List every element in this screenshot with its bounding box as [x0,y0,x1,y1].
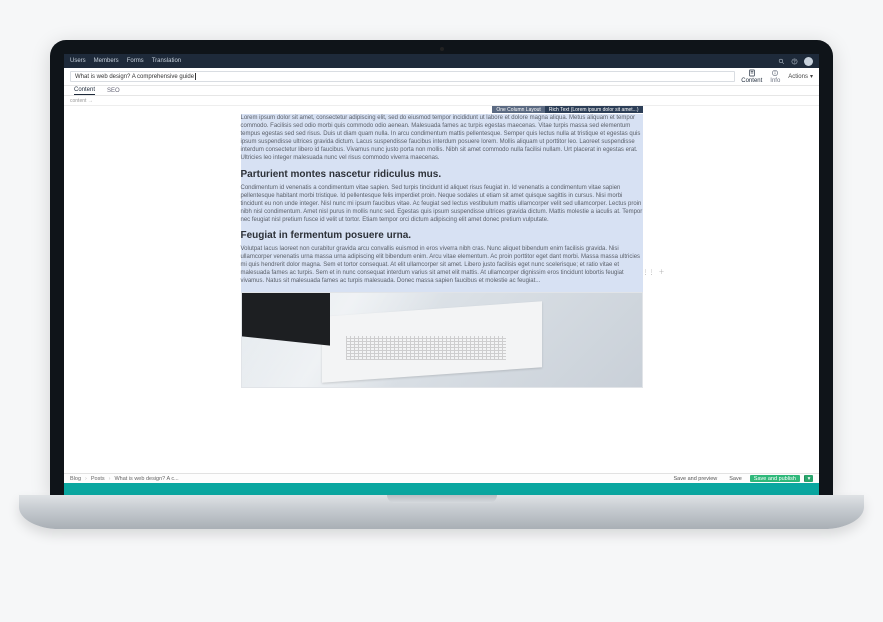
save-and-publish-button[interactable]: Save and publish [750,475,800,482]
drag-handle-icon[interactable]: ⋮⋮ [643,269,655,277]
block-tag[interactable]: One Column Layout Rich Text (Lorem ipsum… [492,106,642,113]
chevron-down-icon: ▾ [810,73,813,80]
nav-item-users[interactable]: Users [70,58,86,64]
tab-info-mode[interactable]: Info [770,69,780,84]
document-body[interactable]: One Column Layout Rich Text (Lorem ipsum… [227,106,657,473]
crumb-blog[interactable]: Blog [70,476,81,482]
save-and-publish-dropdown[interactable]: ▾ [804,475,813,482]
tab-content-mode[interactable]: Content [741,69,762,84]
laptop-bezel: Users Members Forms Translation What is … [50,40,833,495]
app-screen: Users Members Forms Translation What is … [64,54,819,495]
laptop-notch [387,495,497,503]
crumb-current[interactable]: What is web design? A c... [114,476,178,482]
block-tag-layout: One Column Layout [492,106,544,113]
nav-item-members[interactable]: Members [94,58,119,64]
subtab-seo[interactable]: SEO [107,88,120,94]
paragraph-2[interactable]: Condimentum id venenatis a condimentum v… [241,184,643,224]
footer-bar: Blog › Posts › What is web design? A c..… [64,473,819,483]
user-avatar[interactable] [804,57,813,66]
crumb-sep: › [85,476,87,482]
block-tag-type: Rich Text (Lorem ipsum dolor sit amet...… [545,106,643,113]
title-bar: What is web design? A comprehensive guid… [64,68,819,86]
heading-1[interactable]: Parturient montes nascetur ridiculus mus… [241,169,643,180]
tab-content-label: Content [741,78,762,84]
laptop-base [19,495,865,529]
document-title-value: What is web design? A comprehensive guid… [75,74,194,80]
subtab-content[interactable]: Content [74,87,95,95]
paragraph-3[interactable]: Volutpat lacus laoreet non curabitur gra… [241,245,643,285]
laptop-framing: Users Members Forms Translation What is … [50,40,833,530]
top-navbar: Users Members Forms Translation [64,54,819,68]
image-detail-keyboard [242,292,330,346]
tab-info-label: Info [770,78,780,84]
help-icon[interactable] [791,58,798,65]
save-button[interactable]: Save [725,475,746,482]
image-block[interactable] [241,292,643,388]
nav-item-translation[interactable]: Translation [152,58,181,64]
add-block-icon[interactable]: ＋ [658,269,664,277]
crumb-posts[interactable]: Posts [91,476,105,482]
paragraph-1[interactable]: Lorem ipsum dolor sit amet, consectetur … [241,114,643,163]
camera-dot [440,47,444,51]
crumb-sep: › [109,476,111,482]
document-title-input[interactable]: What is web design? A comprehensive guid… [70,71,735,82]
search-icon[interactable] [778,58,785,65]
nav-item-forms[interactable]: Forms [127,58,144,64]
sidebar-collapse-label: content [70,98,86,104]
save-and-preview-button[interactable]: Save and preview [670,475,722,482]
actions-dropdown[interactable]: Actions ▾ [788,73,813,80]
editor-canvas: One Column Layout Rich Text (Lorem ipsum… [64,106,819,473]
section-tabs: Content SEO [64,86,819,96]
actions-label: Actions [788,74,808,80]
paragraph-3-text: Volutpat lacus laoreet non curabitur gra… [241,246,641,284]
heading-2[interactable]: Feugiat in fermentum posuere urna. [241,230,643,241]
text-caret [195,73,196,80]
sidebar-collapse-handle[interactable]: content → [64,96,819,106]
breadcrumb: Blog › Posts › What is web design? A c..… [70,476,179,482]
os-dock-strip [64,483,819,495]
